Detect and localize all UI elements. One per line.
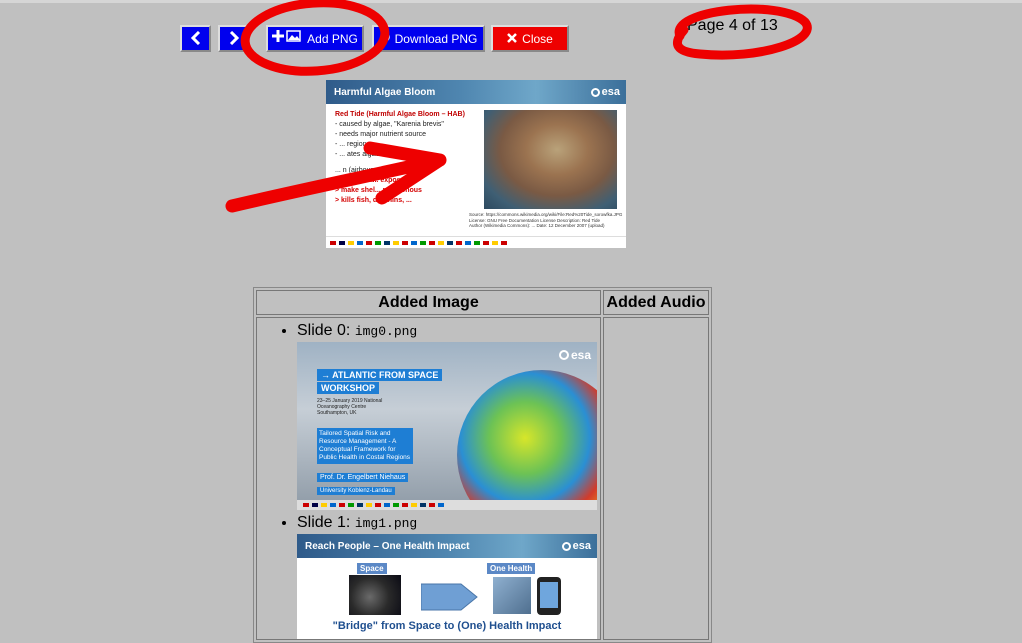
current-slide-preview: Harmful Algae Bloom esa Red Tide (Harmfu… [326,80,626,248]
esa-logo: esa [561,540,591,552]
slide-filename: img0.png [354,324,418,339]
added-image-header: Added Image [256,290,601,315]
close-button[interactable]: Close [491,25,569,52]
flag-strip [297,500,597,510]
download-icon [379,31,390,46]
red-tide-photo [484,110,617,209]
download-png-label: Download PNG [394,31,478,46]
esa-logo: esa [590,86,620,98]
slide-list-item: Slide 1: img1.png Reach People – One Hea… [297,514,600,639]
slide-text: Red Tide (Harmful Algae Bloom – HAB) - c… [335,111,465,204]
slide-list: Slide 0: img0.png esa → ATLANTIC FROM SP… [257,322,600,639]
arrow-right-icon [421,583,478,611]
chevron-right-icon [229,30,239,48]
next-button[interactable] [218,25,249,52]
slide-header: Harmful Algae Bloom esa [326,80,626,104]
plus-image-icon [272,29,302,48]
slide-thumbnail[interactable]: esa → ATLANTIC FROM SPACE WORKSHOP 23–25… [297,342,597,510]
slide-title: Harmful Algae Bloom [334,86,436,98]
close-icon [507,32,518,46]
media-table: Added Image Added Audio Slide 0: img0.pn… [253,287,712,643]
flag-strip [326,236,626,248]
hospital-image [493,577,531,614]
close-label: Close [522,31,553,46]
added-image-cell: Slide 0: img0.png esa → ATLANTIC FROM SP… [256,317,601,640]
add-png-label: Add PNG [307,31,358,46]
added-audio-cell [603,317,709,640]
added-audio-header: Added Audio [603,290,709,315]
phone-image [537,577,561,615]
previous-button[interactable] [180,25,211,52]
page-indicator: Page 4 of 13 [687,17,778,34]
download-png-button[interactable]: Download PNG [372,25,485,52]
add-png-button[interactable]: Add PNG [266,25,364,52]
globe-graphic [457,370,597,510]
esa-logo: esa [558,348,591,362]
chevron-left-icon [190,30,201,48]
top-edge-strip [0,0,1022,3]
slide-filename: img1.png [354,516,418,531]
slide-list-item: Slide 0: img0.png esa → ATLANTIC FROM SP… [297,322,600,510]
satellite-image [349,575,401,615]
photo-source: Source: https://commons.wikimedia.org/wi… [469,212,623,228]
slide-thumbnail[interactable]: Reach People – One Health Impact esa Spa… [297,534,597,639]
